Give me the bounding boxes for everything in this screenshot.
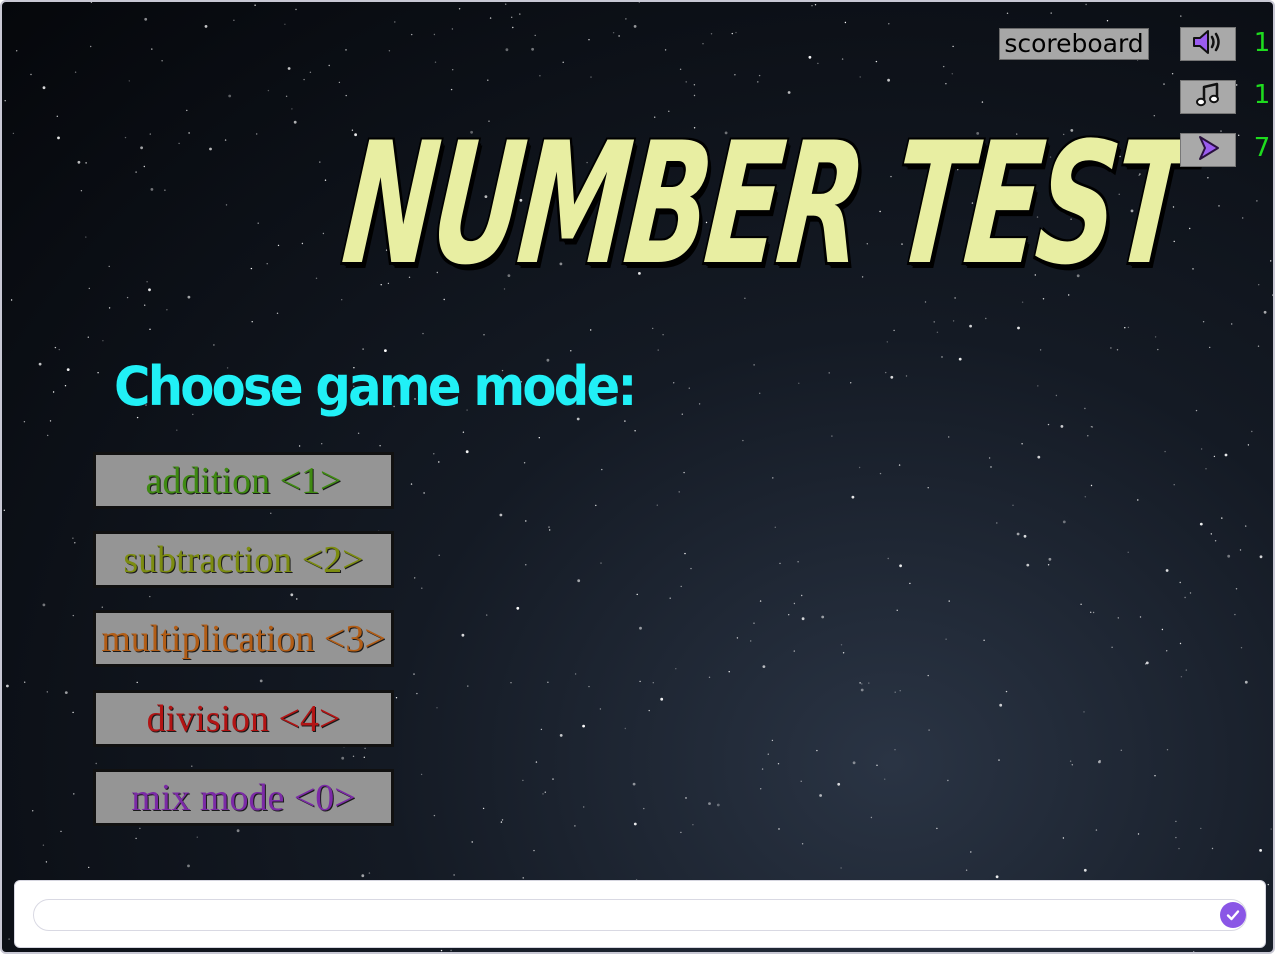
mode-button-multiplication[interactable]: multiplication <3> — [93, 610, 394, 667]
play-arrow-icon — [1193, 133, 1223, 167]
music-note-icon — [1193, 81, 1223, 113]
game-stage: NUMBER TEST Choose game mode: addition <… — [0, 0, 1275, 954]
mode-button-division[interactable]: division <4> — [93, 690, 394, 747]
mode-button-subtraction[interactable]: subtraction <2> — [93, 531, 394, 588]
sound-value: 1 — [1253, 28, 1271, 58]
speed-button[interactable] — [1180, 133, 1236, 167]
speed-value: 7 — [1253, 133, 1271, 163]
music-value: 1 — [1253, 80, 1271, 110]
scoreboard-button[interactable]: scoreboard — [999, 28, 1149, 60]
answer-bar — [14, 880, 1266, 948]
mode-button-addition[interactable]: addition <1> — [93, 452, 394, 509]
speaker-icon — [1191, 28, 1225, 60]
check-circle-icon[interactable] — [1220, 902, 1246, 928]
game-title: NUMBER TEST — [336, 106, 1196, 302]
mode-button-mix[interactable]: mix mode <0> — [93, 769, 394, 826]
sound-toggle-button[interactable] — [1180, 27, 1236, 61]
mode-prompt: Choose game mode: — [114, 355, 637, 418]
answer-input[interactable] — [33, 899, 1247, 931]
music-toggle-button[interactable] — [1180, 80, 1236, 114]
